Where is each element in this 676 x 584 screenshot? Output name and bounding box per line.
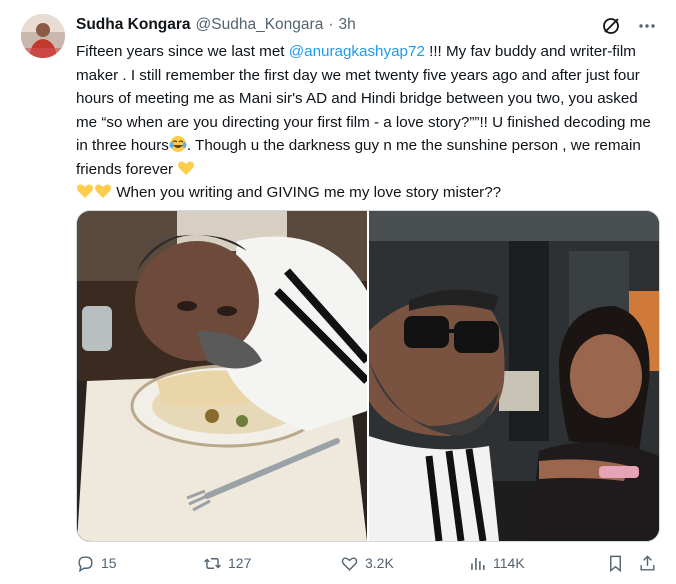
reply-count: 15	[101, 555, 117, 571]
action-bar: 15 127 3.2K 114K	[76, 550, 658, 576]
grok-slash-icon[interactable]	[600, 15, 622, 37]
bookmark-button[interactable]	[606, 554, 625, 573]
avatar[interactable]	[21, 14, 65, 58]
tweet-text: Fifteen years since we last met @anuragk…	[76, 40, 656, 205]
mention-link[interactable]: @anuragkashyap72	[289, 43, 425, 60]
tweet-text-part1: Fifteen years since we last met	[76, 43, 289, 60]
share-button[interactable]	[638, 554, 657, 573]
separator-dot: ·	[328, 16, 334, 33]
bookmark-icon	[610, 555, 621, 572]
reply-button[interactable]: 15	[76, 554, 117, 573]
photo-right[interactable]	[369, 211, 659, 541]
tweet-text-part4: When you writing and GIVING me my love s…	[112, 184, 502, 201]
yellow-heart-emoji	[177, 159, 195, 177]
views-chart-icon	[471, 557, 485, 570]
retweet-icon	[204, 557, 221, 569]
retweet-count: 127	[228, 555, 252, 571]
like-count: 3.2K	[365, 555, 394, 571]
media-grid	[76, 210, 660, 542]
author-name[interactable]: Sudha Kongara	[76, 16, 191, 34]
like-button[interactable]: 3.2K	[340, 554, 394, 573]
views-count: 114K	[493, 555, 525, 571]
retweet-button[interactable]: 127	[203, 554, 251, 573]
heart-icon	[341, 556, 358, 571]
face-with-tears-of-joy-emoji	[169, 135, 187, 153]
more-dots-icon[interactable]	[636, 15, 658, 37]
author-handle[interactable]: @Sudha_Kongara	[196, 16, 324, 34]
yellow-heart-emoji	[94, 182, 112, 200]
tweet-header: Sudha Kongara @Sudha_Kongara · 3h	[76, 14, 616, 36]
reply-icon	[78, 555, 93, 572]
yellow-heart-emoji	[76, 182, 94, 200]
photo-left[interactable]	[77, 211, 367, 541]
timestamp[interactable]: 3h	[339, 16, 356, 34]
tweet: Sudha Kongara @Sudha_Kongara · 3h Fiftee…	[0, 0, 676, 584]
views-button[interactable]: 114K	[468, 554, 525, 573]
header-icons	[600, 14, 658, 38]
share-icon	[640, 554, 655, 571]
